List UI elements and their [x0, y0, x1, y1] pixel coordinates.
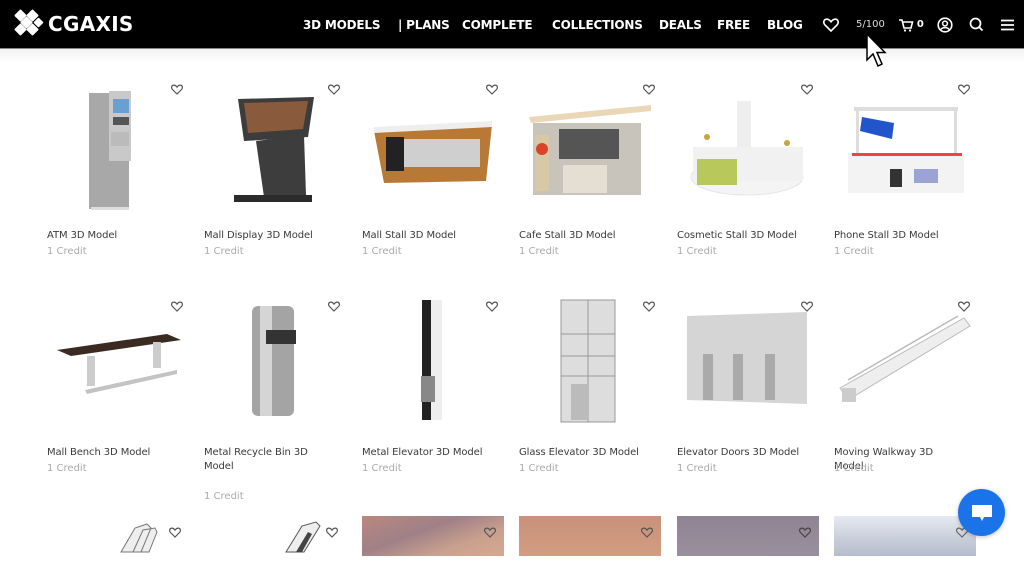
search-button[interactable] — [969, 17, 984, 32]
product-title[interactable]: Cosmetic Stall 3D Model — [677, 229, 803, 243]
wishlist-heart-icon[interactable] — [328, 301, 340, 312]
product-thumbnail[interactable] — [204, 77, 346, 217]
product-title[interactable]: Glass Elevator 3D Model — [519, 446, 645, 460]
product-price: 1 Credit — [834, 246, 874, 257]
nav-item-complete[interactable]: COMPLETE — [462, 18, 538, 32]
product-price: 1 Credit — [677, 463, 717, 474]
wishlist-heart-icon[interactable] — [958, 301, 970, 312]
heart-icon — [823, 17, 839, 32]
product-price: 1 Credit — [47, 463, 87, 474]
product-thumb-escalator[interactable] — [47, 516, 189, 556]
cart-icon — [898, 18, 914, 32]
nav-item-free[interactable]: FREE — [717, 18, 753, 32]
wishlist-heart-icon[interactable] — [171, 301, 183, 312]
product-title[interactable]: Mall Display 3D Model — [204, 229, 330, 243]
product-price: 1 Credit — [362, 463, 402, 474]
wishlist-heart-icon[interactable] — [801, 301, 813, 312]
nav-item-plans[interactable]: | PLANS — [398, 18, 450, 32]
product-price: 1 Credit — [519, 463, 559, 474]
nav-item-collections[interactable]: COLLECTIONS — [552, 18, 644, 32]
wishlist-heart-icon[interactable] — [641, 527, 653, 538]
wishlist-heart-icon[interactable] — [484, 527, 496, 538]
product-title[interactable]: ATM 3D Model — [47, 229, 173, 243]
product-thumbnail[interactable] — [47, 77, 189, 217]
main-menu: 3D MODELS | PLANS COMPLETE COLLECTIONS D… — [303, 0, 807, 49]
wishlist-heart-icon[interactable] — [326, 527, 338, 538]
nav-label: | PLANS — [398, 17, 450, 32]
nav-item-3d-models[interactable]: 3D MODELS — [303, 18, 383, 32]
product-price: 1 Credit — [519, 246, 559, 257]
nav-label: 3D MODELS — [303, 17, 381, 32]
product-thumb-sky[interactable] — [362, 516, 504, 556]
product-thumbnail[interactable] — [362, 294, 504, 434]
wishlist-heart-icon[interactable] — [643, 84, 655, 95]
product-price: 1 Credit — [47, 246, 87, 257]
product-thumb-sky[interactable] — [519, 516, 661, 556]
product-thumbnail[interactable] — [519, 294, 661, 434]
product-thumb-sky[interactable] — [834, 516, 976, 556]
nav-item-blog[interactable]: BLOG — [767, 18, 807, 32]
cart-count: 0 — [916, 19, 924, 30]
cgaxis-logo-icon — [14, 9, 44, 37]
product-title[interactable]: Phone Stall 3D Model — [834, 229, 960, 243]
escalator-image — [120, 523, 158, 553]
logo[interactable]: CGAXIS — [14, 9, 134, 37]
product-thumbnail[interactable] — [677, 294, 819, 434]
product-thumbnail[interactable] — [519, 77, 661, 217]
chat-bubble-icon — [971, 504, 992, 521]
hamburger-menu-icon — [1000, 19, 1014, 30]
wishlist-button[interactable] — [823, 17, 839, 32]
product-price: 1 Credit — [362, 246, 402, 257]
wishlist-heart-icon[interactable] — [169, 527, 181, 538]
escalator-image — [285, 521, 321, 553]
product-price: 1 Credit — [834, 463, 874, 474]
product-thumbnail[interactable] — [47, 294, 189, 434]
wishlist-heart-icon[interactable] — [171, 84, 183, 95]
product-title[interactable]: Mall Bench 3D Model — [47, 446, 173, 460]
product-thumb-escalator[interactable] — [204, 516, 346, 556]
product-thumbnail[interactable] — [834, 77, 976, 217]
product-thumbnail[interactable] — [362, 77, 504, 217]
product-title[interactable]: Metal Recycle Bin 3D Model — [204, 446, 330, 474]
wishlist-heart-icon[interactable] — [486, 301, 498, 312]
brand-name: CGAXIS — [48, 12, 134, 36]
downloads-counter[interactable]: 5/100 — [856, 19, 885, 30]
wishlist-heart-icon[interactable] — [643, 301, 655, 312]
product-thumbnail[interactable] — [834, 294, 976, 434]
product-title[interactable]: Mall Stall 3D Model — [362, 229, 488, 243]
product-thumbnail[interactable] — [677, 77, 819, 217]
product-title[interactable]: Metal Elevator 3D Model — [362, 446, 488, 460]
nav-label: DEALS — [659, 17, 702, 32]
menu-button[interactable] — [1000, 19, 1014, 31]
nav-label: FREE — [717, 17, 751, 32]
wishlist-heart-icon[interactable] — [799, 527, 811, 538]
nav-item-deals[interactable]: DEALS — [659, 18, 703, 32]
account-button[interactable] — [937, 16, 953, 33]
header-icons: 5/100 0 — [823, 0, 1014, 49]
wishlist-heart-icon[interactable] — [486, 84, 498, 95]
cart-button[interactable]: 0 — [898, 18, 924, 32]
chat-button[interactable] — [958, 489, 1005, 536]
product-price: 1 Credit — [204, 491, 244, 502]
wishlist-heart-icon[interactable] — [801, 84, 813, 95]
wishlist-heart-icon[interactable] — [328, 84, 340, 95]
product-title[interactable]: Elevator Doors 3D Model — [677, 446, 803, 460]
product-title[interactable]: Cafe Stall 3D Model — [519, 229, 645, 243]
search-icon — [969, 17, 983, 32]
user-account-icon — [937, 16, 953, 33]
product-price: 1 Credit — [204, 246, 244, 257]
mouse-cursor-icon — [866, 33, 887, 68]
product-thumbnail[interactable] — [204, 294, 346, 434]
nav-label: COMPLETE — [462, 17, 533, 32]
product-price: 1 Credit — [677, 246, 717, 257]
nav-label: COLLECTIONS — [552, 17, 643, 32]
product-thumb-sky[interactable] — [677, 516, 819, 556]
nav-label: BLOG — [767, 17, 803, 32]
wishlist-heart-icon[interactable] — [958, 84, 970, 95]
